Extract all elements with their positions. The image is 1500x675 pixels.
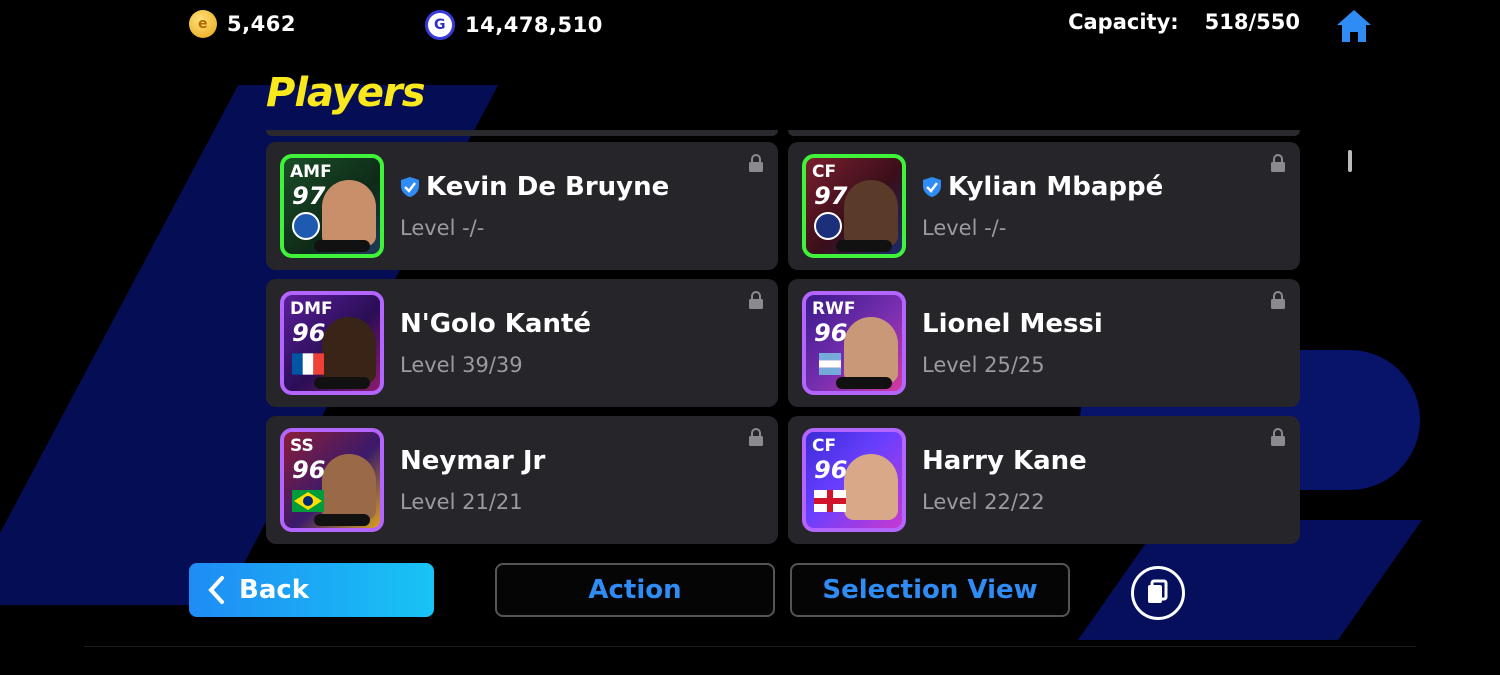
copy-button[interactable] bbox=[1131, 566, 1185, 620]
player-name: Harry Kane bbox=[922, 446, 1087, 476]
lock-icon bbox=[1271, 154, 1285, 172]
player-list[interactable]: AMF 97 Kevin De Bruyne Level -/- CF 97 K… bbox=[266, 130, 1302, 550]
top-bar: e 5,462 G 14,478,510 Capacity: 518/550 bbox=[0, 0, 1500, 52]
player-level: Level 25/25 bbox=[922, 353, 1045, 377]
player-rating: 96 bbox=[814, 319, 848, 347]
player-rating: 96 bbox=[292, 456, 326, 484]
player-photo bbox=[322, 180, 376, 246]
player-rating: 97 bbox=[292, 182, 326, 210]
card-type-bar bbox=[836, 240, 892, 252]
player-photo bbox=[322, 454, 376, 520]
list-item-partial bbox=[266, 130, 778, 136]
player-thumbnail: AMF 97 bbox=[280, 154, 384, 258]
player-card[interactable]: AMF 97 Kevin De Bruyne Level -/- bbox=[266, 142, 778, 270]
player-name: N'Golo Kanté bbox=[400, 309, 592, 339]
gp-icon: G bbox=[425, 10, 455, 40]
list-item-partial bbox=[788, 130, 1300, 136]
lock-icon bbox=[749, 428, 763, 446]
player-position: DMF bbox=[290, 299, 333, 319]
player-card[interactable]: DMF 96 N'Golo Kanté Level 39/39 bbox=[266, 279, 778, 407]
player-photo bbox=[844, 317, 898, 383]
player-level: Level 22/22 bbox=[922, 490, 1045, 514]
player-thumbnail: SS 96 bbox=[280, 428, 384, 532]
page-title: Players bbox=[266, 70, 426, 116]
player-card[interactable]: CF 97 Kylian Mbappé Level -/- bbox=[788, 142, 1300, 270]
coins-display: e 5,462 bbox=[189, 10, 296, 38]
player-name: Kylian Mbappé bbox=[948, 172, 1164, 202]
player-card[interactable]: CF 96 Harry Kane Level 22/22 bbox=[788, 416, 1300, 544]
player-name: Lionel Messi bbox=[922, 309, 1103, 339]
back-button[interactable]: Back bbox=[189, 563, 434, 617]
england-flag-icon bbox=[814, 490, 846, 512]
card-type-bar bbox=[314, 514, 370, 526]
lock-icon bbox=[749, 154, 763, 172]
argentina-flag-icon bbox=[819, 353, 841, 375]
verified-shield-icon bbox=[401, 177, 419, 197]
player-level: Level 21/21 bbox=[400, 490, 523, 514]
lock-icon bbox=[749, 291, 763, 309]
player-name-row: Kylian Mbappé bbox=[922, 172, 1163, 202]
france-flag-icon bbox=[292, 353, 324, 375]
player-name: Kevin De Bruyne bbox=[426, 172, 670, 202]
card-type-bar bbox=[314, 377, 370, 389]
back-button-label: Back bbox=[239, 575, 310, 605]
card-type-bar bbox=[836, 377, 892, 389]
verified-shield-icon bbox=[923, 177, 941, 197]
chevron-left-icon bbox=[208, 576, 224, 604]
club-badge-icon bbox=[292, 212, 320, 240]
player-photo bbox=[322, 317, 376, 383]
selection-view-button[interactable]: Selection View bbox=[790, 563, 1070, 617]
lock-icon bbox=[1271, 291, 1285, 309]
selection-view-button-label: Selection View bbox=[822, 575, 1038, 605]
gp-value: 14,478,510 bbox=[465, 13, 603, 37]
player-name-row: Neymar Jr bbox=[400, 446, 545, 476]
scrollbar[interactable] bbox=[1348, 150, 1352, 172]
divider bbox=[84, 646, 1416, 647]
action-button-label: Action bbox=[588, 575, 682, 605]
player-name-row: Harry Kane bbox=[922, 446, 1087, 476]
club-badge-icon bbox=[814, 212, 842, 240]
player-photo bbox=[844, 454, 898, 520]
player-card[interactable]: SS 96 Neymar Jr Level 21/21 bbox=[266, 416, 778, 544]
player-rating: 96 bbox=[292, 319, 326, 347]
player-thumbnail: DMF 96 bbox=[280, 291, 384, 395]
capacity-label: Capacity: bbox=[1068, 10, 1179, 34]
player-position: AMF bbox=[290, 162, 332, 182]
capacity: Capacity: 518/550 bbox=[1068, 10, 1300, 34]
copy-icon bbox=[1148, 579, 1168, 603]
player-name-row: Kevin De Bruyne bbox=[400, 172, 669, 202]
coins-value: 5,462 bbox=[227, 12, 296, 36]
player-position: RWF bbox=[812, 299, 856, 319]
player-thumbnail: CF 97 bbox=[802, 154, 906, 258]
player-photo bbox=[844, 180, 898, 246]
player-rating: 97 bbox=[814, 182, 848, 210]
player-position: CF bbox=[812, 436, 837, 456]
player-thumbnail: CF 96 bbox=[802, 428, 906, 532]
card-type-bar bbox=[314, 240, 370, 252]
efootball-coin-icon: e bbox=[189, 10, 217, 38]
lock-icon bbox=[1271, 428, 1285, 446]
player-position: SS bbox=[290, 436, 314, 456]
player-position: CF bbox=[812, 162, 837, 182]
player-name-row: N'Golo Kanté bbox=[400, 309, 591, 339]
player-rating: 96 bbox=[814, 456, 848, 484]
player-level: Level -/- bbox=[922, 216, 1007, 240]
gp-display: G 14,478,510 bbox=[425, 10, 603, 40]
capacity-value: 518/550 bbox=[1204, 10, 1300, 34]
player-thumbnail: RWF 96 bbox=[802, 291, 906, 395]
player-level: Level -/- bbox=[400, 216, 485, 240]
player-card[interactable]: RWF 96 Lionel Messi Level 25/25 bbox=[788, 279, 1300, 407]
home-icon[interactable] bbox=[1334, 6, 1374, 46]
brazil-flag-icon bbox=[292, 490, 324, 512]
action-button[interactable]: Action bbox=[495, 563, 775, 617]
player-level: Level 39/39 bbox=[400, 353, 523, 377]
player-name-row: Lionel Messi bbox=[922, 309, 1103, 339]
player-name: Neymar Jr bbox=[400, 446, 546, 476]
